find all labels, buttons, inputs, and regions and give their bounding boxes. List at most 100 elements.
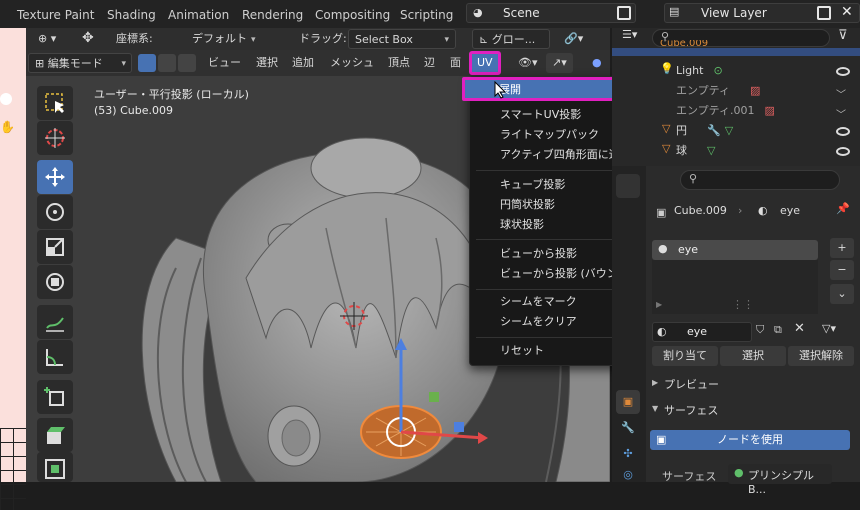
modifier-tab-icon[interactable]: 🔧	[616, 416, 640, 440]
link-mode-icon[interactable]: ▽▾	[822, 322, 836, 335]
vertex-select-icon[interactable]	[138, 54, 156, 72]
pin-icon[interactable]: 📌	[836, 202, 850, 215]
expand-icon[interactable]: ▼	[652, 404, 658, 413]
rotate-tool[interactable]	[37, 195, 73, 229]
visibility-eye-icon[interactable]	[836, 67, 850, 76]
outliner-row-empty-001[interactable]: エンプティ.001 ▨	[676, 101, 775, 121]
gizmo-icon[interactable]: ↗▾	[546, 53, 573, 73]
outliner-row-sphere[interactable]: 球 ▽	[676, 141, 715, 161]
annotate-tool[interactable]	[37, 305, 73, 339]
menu-item-smart-uv[interactable]: スマートUV投影	[500, 105, 581, 125]
outliner-row-empty[interactable]: エンプティ ▨	[676, 81, 760, 101]
preview-panel-header[interactable]: プレビュー	[664, 376, 719, 392]
pivot-select[interactable]: ⊾ グロー...	[472, 29, 550, 49]
menu-face[interactable]: 面	[444, 53, 467, 73]
copy-scene-icon[interactable]	[617, 6, 631, 20]
cursor-icon	[45, 128, 65, 148]
coord-select[interactable]: デフォルト ▾	[186, 29, 262, 49]
menu-view[interactable]: ビュー	[202, 53, 247, 73]
tool-tab-icon[interactable]	[616, 174, 640, 198]
overlay-visibility-icon[interactable]: 👁▾	[512, 53, 544, 73]
copy-material-icon[interactable]: ⧉	[774, 323, 782, 337]
menu-item-cube-projection[interactable]: キューブ投影	[500, 175, 565, 195]
menu-add[interactable]: 追加	[286, 53, 320, 73]
add-icon[interactable]	[0, 93, 12, 105]
output-tab-icon[interactable]	[616, 228, 640, 252]
collapse-icon[interactable]: ▶	[652, 378, 658, 387]
scale-tool[interactable]	[37, 230, 73, 264]
remove-slot-button[interactable]: −	[830, 260, 854, 280]
face-select-icon[interactable]	[178, 54, 196, 72]
menu-item-cylinder-projection[interactable]: 円筒状投影	[500, 195, 555, 215]
add-cube-tool[interactable]	[37, 380, 73, 414]
surface-panel-header[interactable]: サーフェス	[664, 402, 718, 418]
cursor-tool[interactable]	[37, 121, 73, 155]
view-layer-selector[interactable]: ▤ View Layer ✕	[664, 3, 860, 23]
surface-shader-select[interactable]: ● プリンシプルB...	[728, 464, 832, 496]
move-icon	[45, 167, 65, 187]
move-tool[interactable]	[37, 160, 73, 194]
properties-search-input[interactable]: ⚲	[680, 170, 840, 190]
visibility-eye-icon[interactable]	[836, 147, 850, 156]
physics-tab-icon[interactable]: ◎	[616, 466, 640, 490]
edge-select-icon[interactable]	[158, 54, 176, 72]
menu-mesh[interactable]: メッシュ	[324, 53, 380, 73]
expand-icon[interactable]: ▶	[656, 300, 662, 309]
unlink-icon[interactable]: ✕	[794, 321, 805, 336]
menu-item-project-from-view[interactable]: ビューから投影	[500, 244, 577, 264]
pivot-icon: ⊾	[479, 33, 492, 46]
outliner-row-cube[interactable]: Cube.009	[660, 40, 708, 50]
copy-view-layer-icon[interactable]	[817, 6, 831, 20]
visibility-hidden-icon[interactable]: ﹀	[836, 86, 846, 101]
object-tab-icon[interactable]: ▣	[616, 390, 640, 414]
select-button[interactable]: 選択	[720, 346, 786, 366]
tab-shading[interactable]: Shading	[100, 3, 163, 27]
hand-icon[interactable]: ✋	[0, 120, 15, 134]
search-icon: ⚲	[689, 172, 698, 185]
remove-view-layer-icon[interactable]: ✕	[841, 4, 853, 20]
menu-select[interactable]: 選択	[250, 53, 284, 73]
use-nodes-button[interactable]: ▣ ノードを使用	[650, 430, 850, 450]
assign-button[interactable]: 割り当て	[652, 346, 718, 366]
extrude-tool[interactable]	[37, 418, 73, 452]
resize-handle-icon[interactable]: ⋮⋮	[732, 298, 754, 311]
tab-rendering[interactable]: Rendering	[235, 3, 310, 27]
visibility-eye-icon[interactable]	[836, 127, 850, 136]
shading-icon[interactable]: ●	[586, 53, 608, 73]
menu-edge[interactable]: 辺	[418, 53, 441, 73]
visibility-hidden-icon[interactable]: ﹀	[836, 106, 846, 121]
material-field[interactable]: ◐ eye	[652, 322, 752, 342]
link-icon[interactable]: 🔗▾	[558, 29, 589, 49]
add-slot-button[interactable]: +	[830, 238, 854, 258]
wrench-icon: 🔧	[707, 124, 721, 137]
measure-tool[interactable]	[37, 340, 73, 374]
menu-item-reset[interactable]: リセット	[500, 341, 544, 361]
deselect-button[interactable]: 選択解除	[788, 346, 854, 366]
particles-tab-icon[interactable]: ✣	[616, 442, 640, 466]
snap-icon[interactable]: ⊕ ▾	[32, 29, 62, 49]
outliner-display-icon[interactable]: ☰▾	[622, 28, 637, 41]
filter-icon[interactable]: ⊽	[838, 28, 848, 43]
tab-compositing[interactable]: Compositing	[308, 3, 397, 27]
slot-menu-button[interactable]: ⌄	[830, 284, 854, 304]
menu-item-lightmap-pack[interactable]: ライトマップパック	[500, 125, 599, 145]
drag-select[interactable]: Select Box ▾	[348, 29, 456, 49]
inset-tool[interactable]	[37, 452, 73, 482]
transform-tool[interactable]	[37, 265, 73, 299]
move-tool-icon[interactable]: ✥	[76, 28, 100, 48]
mode-select[interactable]: ⊞ 編集モード ▾	[28, 53, 132, 73]
menu-item-mark-seam[interactable]: シームをマーク	[500, 292, 577, 312]
material-slot[interactable]: ● eye	[652, 240, 818, 260]
fake-user-icon[interactable]: ⛉	[756, 323, 764, 337]
render-tab-icon[interactable]	[616, 200, 640, 224]
menu-item-sphere-projection[interactable]: 球状投影	[500, 215, 544, 235]
menu-vertex[interactable]: 頂点	[382, 53, 416, 73]
select-box-tool[interactable]	[37, 86, 73, 120]
tab-animation[interactable]: Animation	[161, 3, 236, 27]
outliner-row-circle[interactable]: 円 🔧 ▽	[676, 121, 733, 141]
tab-texture-paint[interactable]: Texture Paint	[10, 3, 101, 27]
menu-item-clear-seam[interactable]: シームをクリア	[500, 312, 577, 332]
menu-uv[interactable]: UV	[469, 51, 501, 75]
scene-selector[interactable]: ◕ Scene	[466, 3, 636, 23]
tab-scripting[interactable]: Scripting	[393, 3, 460, 27]
